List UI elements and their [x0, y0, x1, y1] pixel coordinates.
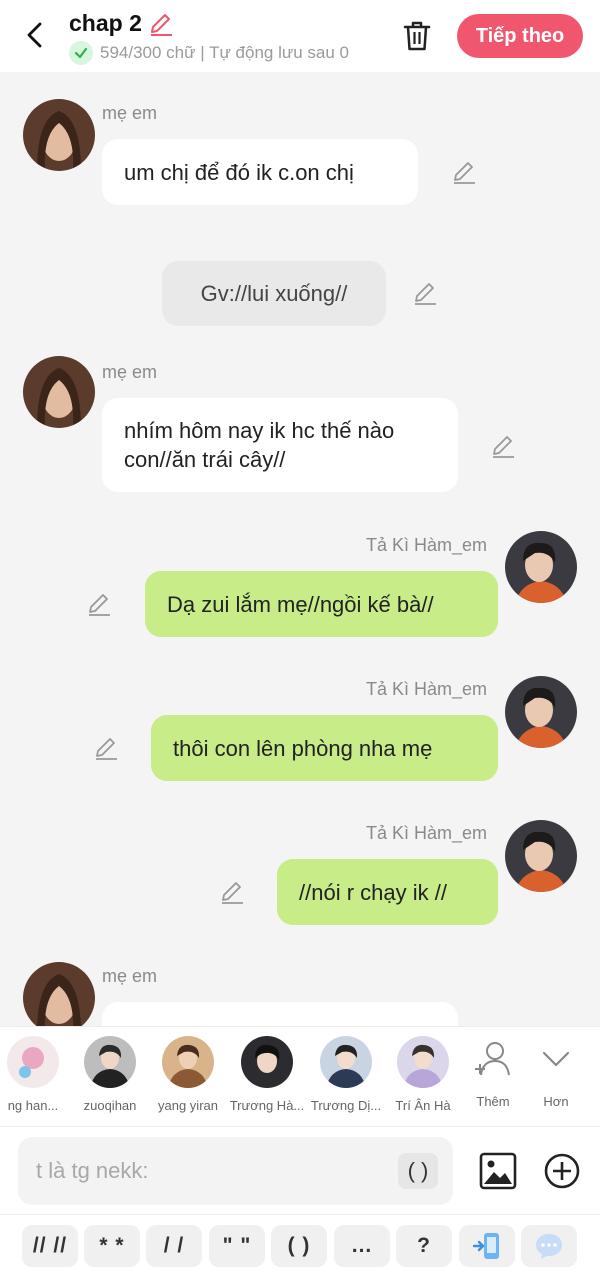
message-input[interactable]: [18, 1137, 453, 1205]
character-item[interactable]: yang yiran: [149, 1036, 227, 1113]
edit-pencil-icon[interactable]: [490, 433, 516, 459]
message-bubble[interactable]: //nói r chạy ik //: [277, 859, 498, 925]
word-count-status: 594/300 chữ | Tự động lưu sau 0: [100, 43, 350, 62]
character-item[interactable]: zuoqihan: [71, 1036, 149, 1113]
avatar-mother[interactable]: [23, 356, 95, 428]
chapter-title[interactable]: chap 2: [69, 10, 142, 37]
avatar-mother[interactable]: [23, 962, 95, 1026]
sender-name: mẹ em: [102, 103, 158, 123]
phone-transfer-icon: [472, 1233, 499, 1259]
character-name: ng han...: [7, 1098, 59, 1113]
edit-title-icon[interactable]: [148, 11, 174, 37]
avatar-son[interactable]: [505, 531, 577, 603]
back-arrow-icon[interactable]: [22, 20, 48, 50]
sender-name: mẹ em: [102, 362, 158, 382]
message-bubble[interactable]: Dạ zui lắm mẹ//ngồi kế bà//: [145, 571, 498, 637]
character-item[interactable]: Trương Dị...: [307, 1036, 385, 1113]
symbol-shortcut-row: // // * * / / " " ( ) ... ?: [0, 1214, 600, 1278]
edit-pencil-icon[interactable]: [412, 280, 438, 306]
avatar-mother[interactable]: [23, 99, 95, 171]
character-name: zuoqihan: [83, 1098, 137, 1113]
chapter-title-row: chap 2: [69, 10, 174, 37]
symbol-button[interactable]: / /: [146, 1225, 202, 1267]
edit-pencil-icon[interactable]: [86, 591, 112, 617]
character-strip: ng han... zuoqihan yang yiran Trương Hà.…: [0, 1026, 600, 1126]
chevron-down-icon: [542, 1051, 570, 1067]
add-character-button[interactable]: Thêm: [461, 1039, 525, 1109]
character-avatar: [241, 1036, 293, 1088]
top-bar: chap 2 594/300 chữ | Tự động lưu sau 0 T…: [0, 0, 600, 72]
image-icon[interactable]: [478, 1151, 518, 1191]
character-item[interactable]: ng han...: [0, 1036, 72, 1113]
phone-transfer-button[interactable]: [459, 1225, 515, 1267]
character-name: Trương Dị...: [310, 1098, 382, 1113]
more-button[interactable]: Hơn: [524, 1039, 588, 1109]
symbol-button[interactable]: ( ): [271, 1225, 327, 1267]
edit-pencil-icon[interactable]: [451, 159, 477, 185]
chat-bubble-icon: [536, 1234, 562, 1259]
narration-bubble[interactable]: Gv://lui xuống//: [162, 261, 386, 326]
symbol-button[interactable]: // //: [22, 1225, 78, 1267]
character-name: Trí Ân Hà: [395, 1098, 451, 1113]
symbol-button[interactable]: ...: [334, 1225, 390, 1267]
character-item[interactable]: Trí Ân Hà: [384, 1036, 462, 1113]
sender-name: Tả Kì Hàm_em: [366, 535, 488, 555]
message-bubble[interactable]: thôi con lên phòng nha mẹ: [151, 715, 498, 781]
avatar-son[interactable]: [505, 676, 577, 748]
sender-name: Tả Kì Hàm_em: [366, 679, 488, 699]
message-bubble[interactable]: [102, 1002, 458, 1026]
character-name: yang yiran: [158, 1098, 218, 1113]
character-avatar: [320, 1036, 372, 1088]
character-avatar: [162, 1036, 214, 1088]
character-item[interactable]: Trương Hà...: [228, 1036, 306, 1113]
avatar-son[interactable]: [505, 820, 577, 892]
edit-pencil-icon[interactable]: [93, 735, 119, 761]
message-bubble[interactable]: nhím hôm nay ik hc thế nào con//ăn trái …: [102, 398, 458, 492]
symbol-button[interactable]: * *: [84, 1225, 140, 1267]
character-avatar: [7, 1036, 59, 1088]
add-person-icon: [475, 1042, 510, 1076]
character-avatar: [397, 1036, 449, 1088]
autosave-status: 594/300 chữ | Tự động lưu sau 0: [69, 41, 349, 65]
add-label: Thêm: [476, 1094, 510, 1109]
edit-pencil-icon[interactable]: [219, 879, 245, 905]
sender-name: Tả Kì Hàm_em: [366, 823, 488, 843]
character-name: Trương Hà...: [229, 1098, 305, 1113]
chat-bubble-button[interactable]: [521, 1225, 577, 1267]
trash-icon[interactable]: [402, 20, 432, 52]
compose-bar: ( ): [0, 1126, 600, 1214]
chat-area: mẹ em um chị để đó ik c.on chị Gv://lui …: [0, 72, 600, 1026]
more-label: Hơn: [543, 1094, 569, 1109]
next-button[interactable]: Tiếp theo: [457, 14, 583, 58]
parentheses-button[interactable]: ( ): [398, 1153, 438, 1189]
message-bubble[interactable]: um chị để đó ik c.on chị: [102, 139, 418, 205]
sender-name: mẹ em: [102, 966, 158, 986]
symbol-button[interactable]: " ": [209, 1225, 265, 1267]
check-icon: [69, 41, 93, 65]
character-avatar: [84, 1036, 136, 1088]
symbol-button[interactable]: ?: [396, 1225, 452, 1267]
add-circle-icon[interactable]: [542, 1151, 582, 1191]
